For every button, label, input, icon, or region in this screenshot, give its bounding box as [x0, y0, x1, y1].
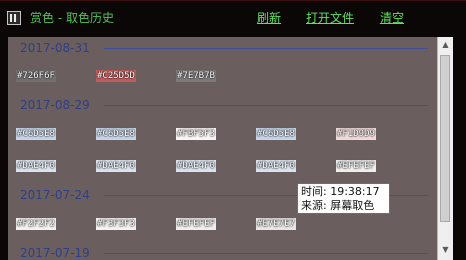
color-swatch[interactable]: #DAE4F0 — [16, 160, 56, 172]
history-list[interactable]: 2017-08-31 #726F6F #C25D5D #7E7B7B 2017-… — [8, 37, 437, 260]
color-swatch[interactable]: #EFEFEF — [336, 160, 376, 172]
color-swatch[interactable]: #C6D5E8 — [16, 128, 56, 140]
vertical-scrollbar[interactable]: ▲ ▼ — [437, 37, 453, 260]
color-swatch[interactable]: #FBF5F3 — [176, 128, 216, 140]
color-swatch[interactable]: #C6D5E8 — [96, 128, 136, 140]
tooltip-source: 来源: 屏幕取色 — [301, 199, 375, 212]
title-bar: 赏色 - 取色历史 刷新 打开文件 清空 — [0, 1, 466, 37]
window-border — [453, 37, 466, 260]
app-logo-icon — [7, 11, 21, 25]
color-swatch[interactable]: #F3F3F3 — [96, 218, 136, 230]
color-swatch[interactable]: #EFEFEF — [176, 218, 216, 230]
app-window: 赏色 - 取色历史 刷新 打开文件 清空 2017-08-31 #726F6F … — [0, 0, 466, 260]
date-header: 2017-07-24 — [20, 188, 90, 202]
refresh-button[interactable]: 刷新 — [257, 11, 281, 25]
color-swatch[interactable]: #E7E7E7 — [256, 218, 296, 230]
scroll-down-arrow-icon[interactable]: ▼ — [438, 242, 453, 258]
tooltip-time: 时间: 19:38:17 — [301, 185, 380, 198]
date-header: 2017-07-19 — [20, 246, 90, 260]
color-swatch[interactable]: #7E7B7B — [176, 70, 216, 82]
color-swatch[interactable]: #DAE4F0 — [96, 160, 136, 172]
color-swatch[interactable]: #F1D9D9 — [336, 128, 376, 140]
scroll-thumb[interactable] — [440, 55, 450, 222]
color-swatch[interactable]: #C25D5D — [96, 70, 136, 82]
color-swatch[interactable]: #DAE4F0 — [176, 160, 216, 172]
open-file-button[interactable]: 打开文件 — [306, 11, 354, 25]
clear-button[interactable]: 清空 — [380, 11, 404, 25]
color-swatch[interactable]: #F2F2F2 — [16, 218, 56, 230]
color-info-tooltip: 时间: 19:38:17 来源: 屏幕取色 — [297, 183, 390, 214]
scroll-up-arrow-icon[interactable]: ▲ — [438, 37, 453, 53]
date-divider — [104, 48, 428, 49]
color-swatch[interactable]: #DAE4F0 — [256, 160, 296, 172]
window-title: 赏色 - 取色历史 — [30, 11, 114, 25]
date-divider — [104, 105, 428, 106]
date-header: 2017-08-29 — [20, 98, 90, 112]
date-header: 2017-08-31 — [20, 41, 90, 55]
date-divider — [104, 253, 428, 254]
color-swatch[interactable]: #726F6F — [16, 70, 56, 82]
color-swatch[interactable]: #C6D5E8 — [256, 128, 296, 140]
